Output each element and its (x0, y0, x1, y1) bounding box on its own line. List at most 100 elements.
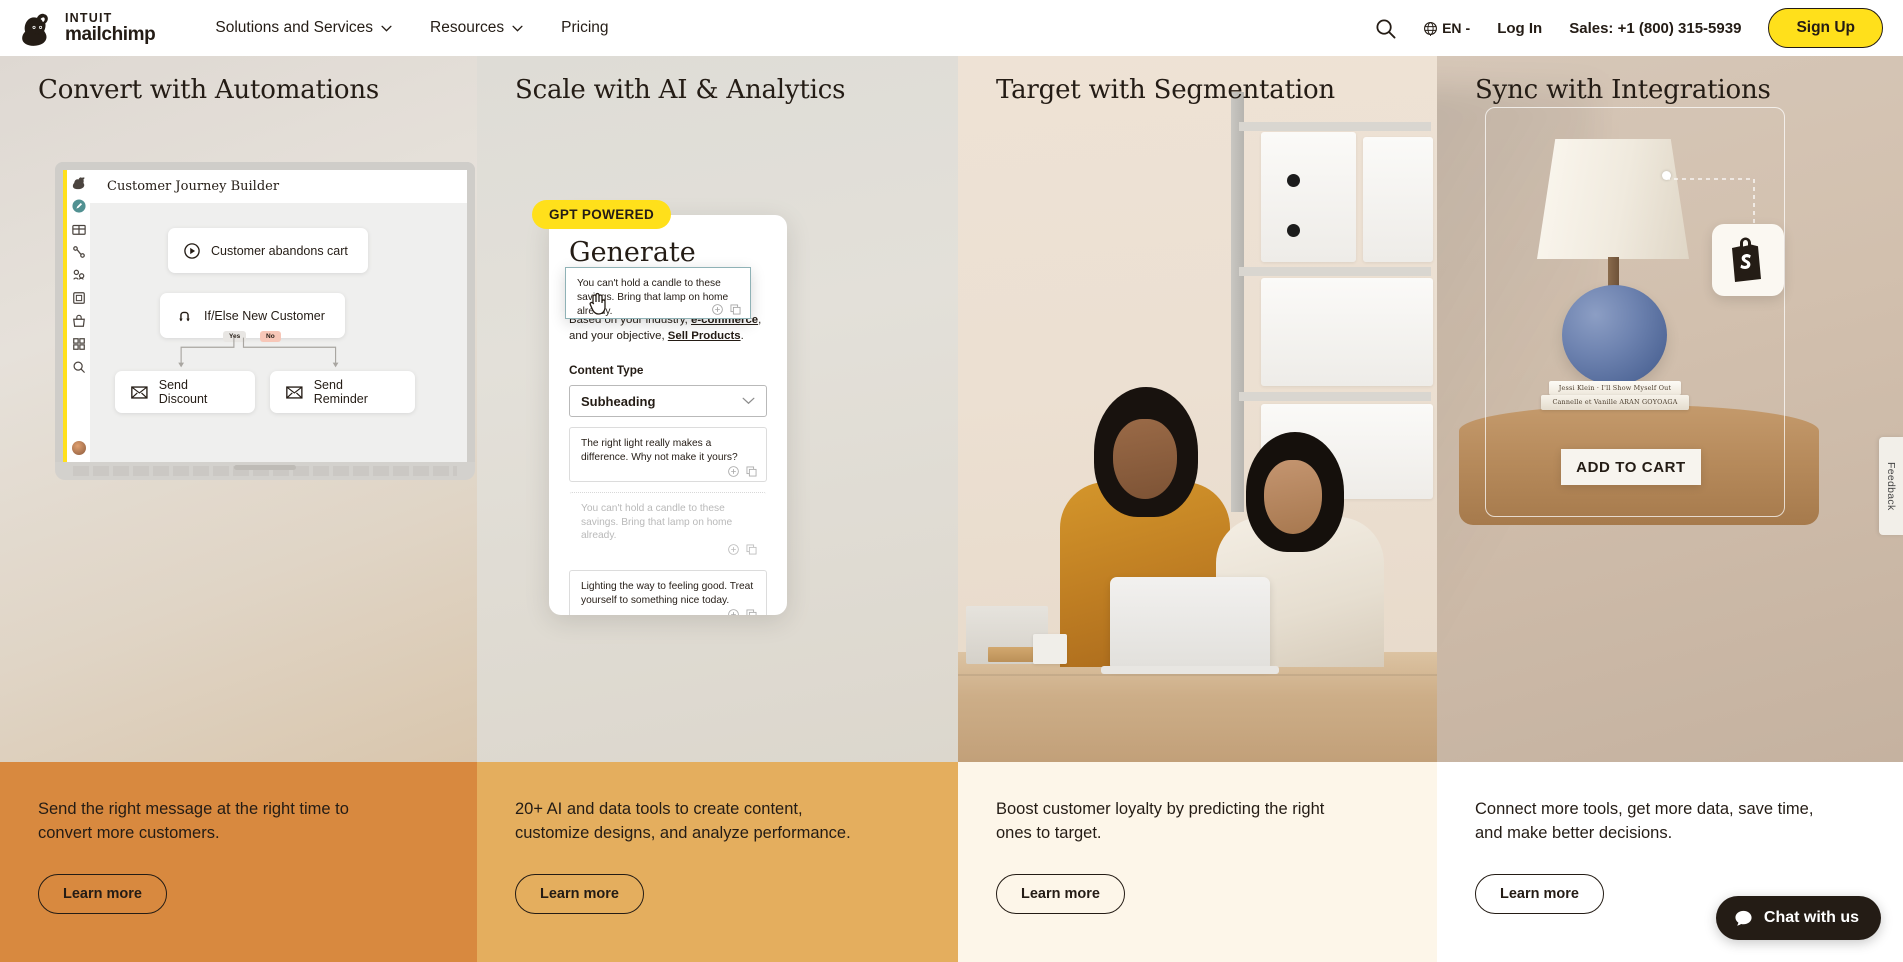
chat-with-us-button[interactable]: Chat with us (1715, 896, 1881, 940)
learn-more-button-integrations[interactable]: Learn more (1475, 873, 1604, 914)
mailchimp-logo[interactable]: INTUIT mailchimp (18, 9, 156, 47)
panel-caption-automations: Send the right message at the right time… (0, 762, 477, 962)
logo-intuit-text: INTUIT (65, 10, 113, 25)
suggestion-card-3[interactable]: Lighting the way to feeling good. Treat … (569, 570, 767, 615)
panel-title: Scale with AI & Analytics (515, 75, 846, 105)
feedback-tab[interactable]: Feedback (1879, 437, 1903, 535)
add-to-cart-button[interactable]: ADD TO CART (1561, 449, 1701, 485)
storage-bin (1261, 278, 1433, 386)
sidebar-apps-icon[interactable] (72, 337, 86, 351)
copy-icon[interactable] (746, 466, 757, 477)
plus-circle-icon[interactable] (728, 466, 739, 477)
sidebar-create-icon[interactable] (71, 199, 86, 213)
sidebar-audience-icon[interactable] (72, 268, 86, 282)
plus-circle-icon[interactable] (712, 304, 723, 315)
flow-node-trigger[interactable]: Customer abandons cart (168, 228, 368, 273)
chat-bubble-icon (1735, 910, 1752, 926)
feedback-tab-label: Feedback (1885, 461, 1897, 511)
panel-caption-ai-analytics: 20+ AI and data tools to create content,… (477, 762, 958, 962)
sidebar-search-icon[interactable] (72, 360, 86, 374)
suggestion-card-2[interactable]: You can't hold a candle to these savings… (569, 491, 767, 561)
globe-icon (1424, 21, 1438, 36)
feature-panel-integrations: Sync with Integrations Jessi Klein · I'l… (1437, 47, 1903, 962)
sidebar-mailchimp-icon (72, 177, 84, 190)
nav-item-pricing[interactable]: Pricing (561, 19, 608, 37)
learn-more-button-segmentation[interactable]: Learn more (996, 873, 1125, 914)
envelope-icon (286, 385, 303, 399)
journey-flow-canvas: Customer abandons cart If/Else New Custo… (90, 203, 467, 462)
panel-title: Target with Segmentation (996, 75, 1335, 105)
sidebar-campaigns-icon[interactable] (71, 222, 86, 236)
mailchimp-freddie-icon (22, 13, 48, 46)
book-bottom: Cannelle et Vanille ARAN GOYOAGA (1541, 395, 1689, 410)
flow-node-send-reminder[interactable]: Send Reminder (270, 371, 415, 413)
panel-hero-ai-analytics: Scale with AI & Analytics GPT POWERED Ge… (477, 47, 958, 762)
pen-cup (1033, 634, 1067, 664)
nav-item-resources[interactable]: Resources (430, 19, 523, 37)
storage-bin (1363, 137, 1433, 262)
panel-hero-automations: Convert with Automations Customer Journe… (0, 47, 477, 762)
suggestion-actions (728, 544, 757, 556)
chevron-down-icon (381, 25, 392, 32)
sidebar-automations-icon[interactable] (72, 245, 86, 259)
flow-node-condition[interactable]: If/Else New Customer (160, 293, 345, 338)
shelf-board (1239, 122, 1431, 131)
panel-title: Sync with Integrations (1475, 75, 1771, 105)
bin-handle-hole (1287, 224, 1300, 237)
person-face (1264, 460, 1322, 534)
search-button[interactable] (1375, 18, 1396, 39)
chevron-down-icon (512, 25, 523, 32)
panel-hero-segmentation: Target with Segmentation (958, 47, 1437, 762)
language-code: EN (1442, 20, 1462, 36)
suggestion-text: You can't hold a candle to these savings… (581, 502, 733, 542)
person-face (1113, 419, 1177, 499)
sidebar-content-icon[interactable] (72, 291, 86, 305)
shopify-integration-card[interactable] (1712, 224, 1784, 296)
header-actions: EN - Log In Sales: +1 (800) 315-5939 Sig… (1375, 8, 1883, 48)
copy-icon[interactable] (746, 544, 757, 555)
flow-connector-lines (178, 337, 339, 368)
feature-panel-automations: Convert with Automations Customer Journe… (0, 47, 477, 962)
book-title-bottom: Cannelle et Vanille ARAN GOYOAGA (1552, 398, 1678, 406)
gpt-powered-badge: GPT POWERED (532, 200, 672, 229)
plus-circle-icon[interactable] (728, 544, 739, 556)
copy-icon[interactable] (730, 304, 741, 315)
main-nav: Solutions and Services Resources Pricing (215, 19, 608, 37)
learn-more-button-ai-analytics[interactable]: Learn more (515, 873, 644, 914)
sign-up-button[interactable]: Sign Up (1768, 8, 1883, 48)
learn-more-button-automations[interactable]: Learn more (38, 873, 167, 914)
suggestion-text: Lighting the way to feeling good. Treat … (581, 581, 754, 606)
book-title-top: Jessi Klein · I'll Show Myself Out (1558, 384, 1672, 392)
journey-builder-laptop: Customer Journey Builder Customer abando… (55, 162, 475, 480)
login-link[interactable]: Log In (1497, 20, 1542, 37)
app-user-avatar[interactable] (71, 441, 86, 455)
sales-phone-link[interactable]: Sales: +1 (800) 315-5939 (1569, 20, 1741, 37)
panel-caption-text: Boost customer loyalty by predicting the… (996, 800, 1325, 842)
laptop-screen: Customer Journey Builder Customer abando… (55, 162, 475, 462)
sidebar-store-icon[interactable] (72, 314, 86, 328)
feature-grid: Convert with Automations Customer Journe… (0, 47, 1903, 962)
site-header: INTUIT mailchimp Solutions and Services … (0, 0, 1903, 56)
flow-node-send-discount[interactable]: Send Discount (115, 371, 255, 413)
play-circle-icon (184, 242, 200, 259)
flow-node-label: Customer abandons cart (211, 243, 348, 258)
copy-icon[interactable] (746, 609, 757, 615)
photo-two-people-at-laptop (958, 47, 1437, 762)
panel-title: Convert with Automations (38, 75, 380, 105)
dragged-card-actions (712, 304, 741, 315)
plus-circle-icon[interactable] (728, 608, 739, 615)
nav-item-solutions-and-services[interactable]: Solutions and Services (215, 19, 392, 37)
laptop-keyboard (73, 466, 457, 476)
bin-handle-hole (1287, 174, 1300, 187)
suggestion-card-1[interactable]: The right light really makes a differenc… (569, 427, 767, 482)
chat-with-us-label: Chat with us (1763, 909, 1859, 926)
content-type-select[interactable]: Subheading (569, 385, 767, 418)
feature-panel-segmentation: Target with Segmentation Boost customer … (958, 47, 1437, 962)
language-selector[interactable]: EN - (1423, 20, 1470, 36)
subtitle-suffix: . (740, 330, 744, 343)
nav-label: Pricing (561, 19, 609, 36)
panel-caption-segmentation: Boost customer loyalty by predicting the… (958, 762, 1437, 962)
journey-builder-title: Customer Journey Builder (90, 170, 467, 203)
nav-label: Resources (430, 19, 505, 36)
subtitle-objective-link[interactable]: Sell Products (668, 330, 741, 342)
